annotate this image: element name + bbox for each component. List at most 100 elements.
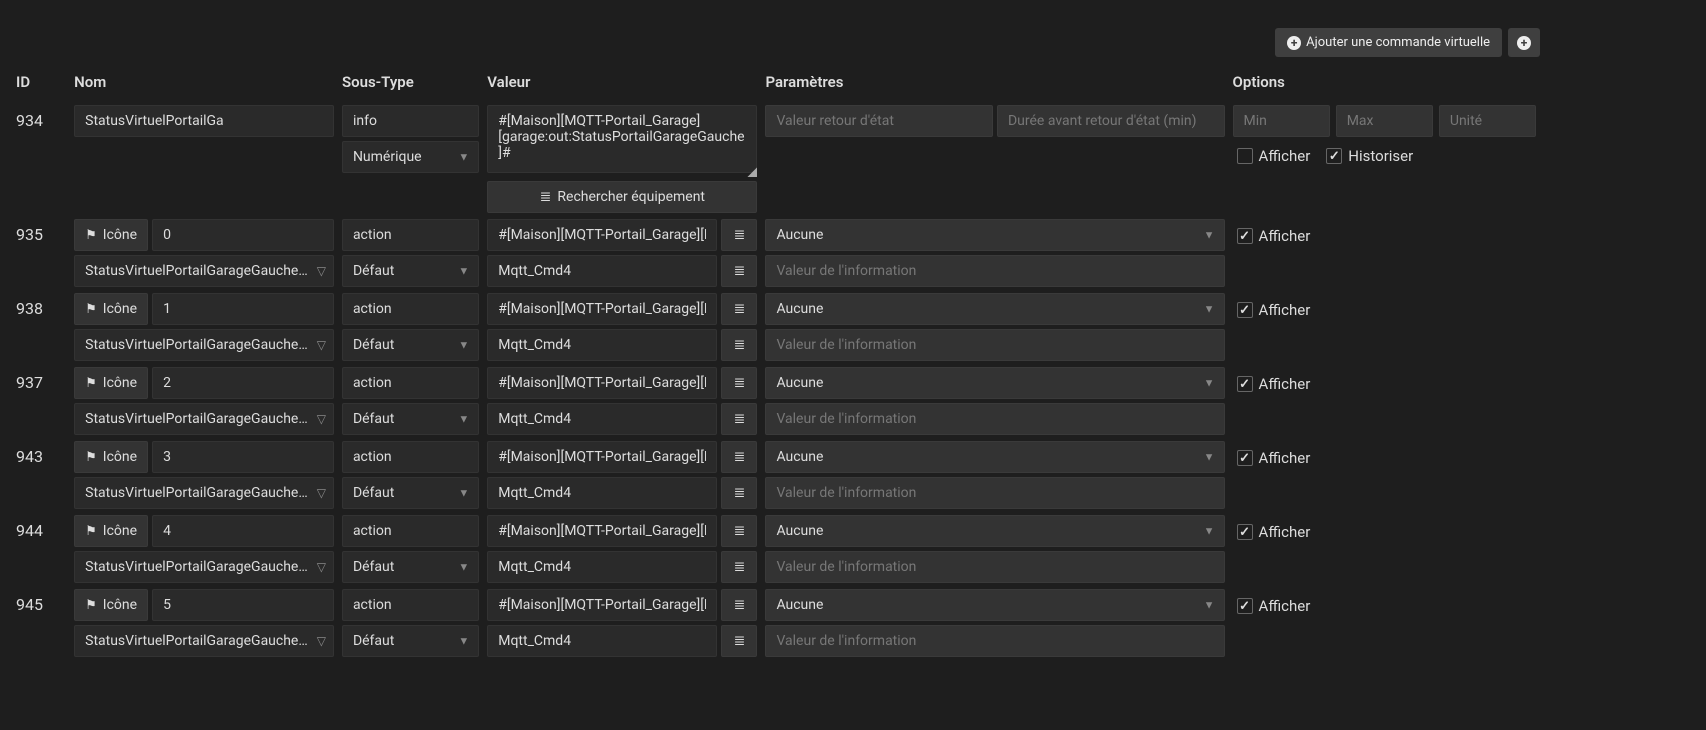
value-list-button-1[interactable]: [721, 589, 757, 621]
icon-picker-button[interactable]: Icône: [74, 293, 148, 325]
command-row-action: 944 Icône ▽: [12, 513, 1540, 585]
cmd-value-input-1[interactable]: [487, 219, 717, 251]
cmd-type-select[interactable]: [342, 105, 479, 137]
param-select[interactable]: [765, 293, 1224, 325]
cmd-subtype-select[interactable]: [342, 329, 479, 361]
param-select[interactable]: [765, 219, 1224, 251]
cmd-subtype-select[interactable]: [342, 551, 479, 583]
unit-input[interactable]: [1439, 105, 1536, 137]
show-checkbox[interactable]: Afficher: [1237, 449, 1311, 467]
list-icon: [734, 449, 746, 465]
info-value-input[interactable]: [765, 255, 1224, 287]
cmd-value-input-2[interactable]: [487, 477, 717, 509]
cmd-value-input-1[interactable]: [487, 589, 717, 621]
link-info-input[interactable]: [74, 329, 334, 361]
info-value-input[interactable]: [765, 329, 1224, 361]
icon-picker-button[interactable]: Icône: [74, 367, 148, 399]
icon-label: Icône: [103, 597, 137, 613]
cmd-subtype-select[interactable]: [342, 477, 479, 509]
cmd-subtype-select[interactable]: [342, 255, 479, 287]
flag-icon: [85, 597, 97, 613]
value-list-button-2[interactable]: [721, 625, 757, 657]
show-checkbox[interactable]: Afficher: [1237, 147, 1311, 165]
show-checkbox[interactable]: Afficher: [1237, 523, 1311, 541]
add-virtual-command-button[interactable]: + Ajouter une commande virtuelle: [1275, 28, 1502, 57]
search-equipment-button[interactable]: Rechercher équipement: [487, 181, 757, 213]
show-label: Afficher: [1259, 523, 1311, 541]
cmd-subtype-select[interactable]: [342, 403, 479, 435]
cmd-type-select[interactable]: [342, 515, 479, 547]
show-checkbox[interactable]: Afficher: [1237, 375, 1311, 393]
link-info-input[interactable]: [74, 625, 334, 657]
cmd-id: 944: [12, 513, 70, 585]
value-list-button-2[interactable]: [721, 255, 757, 287]
cmd-value-input-2[interactable]: [487, 255, 717, 287]
cmd-value-input-1[interactable]: [487, 515, 717, 547]
param-select[interactable]: [765, 515, 1224, 547]
filter-icon: ▽: [317, 264, 326, 278]
icon-value-input[interactable]: [152, 589, 334, 621]
cmd-type-select[interactable]: [342, 367, 479, 399]
icon-value-input[interactable]: [152, 515, 334, 547]
cmd-subtype-select[interactable]: [342, 625, 479, 657]
cmd-value-input-1[interactable]: [487, 293, 717, 325]
value-list-button-1[interactable]: [721, 293, 757, 325]
return-value-input[interactable]: [765, 105, 993, 137]
info-value-input[interactable]: [765, 403, 1224, 435]
show-checkbox[interactable]: Afficher: [1237, 301, 1311, 319]
icon-value-input[interactable]: [152, 219, 334, 251]
icon-value-input[interactable]: [152, 293, 334, 325]
min-input[interactable]: [1233, 105, 1330, 137]
cmd-name-input[interactable]: [74, 105, 334, 137]
icon-picker-button[interactable]: Icône: [74, 219, 148, 251]
info-value-input[interactable]: [765, 551, 1224, 583]
value-list-button-1[interactable]: [721, 515, 757, 547]
info-value-input[interactable]: [765, 625, 1224, 657]
icon-value-input[interactable]: [152, 441, 334, 473]
max-input[interactable]: [1336, 105, 1433, 137]
cmd-id: 937: [12, 365, 70, 437]
cmd-value-input-1[interactable]: [487, 367, 717, 399]
value-list-button-2[interactable]: [721, 477, 757, 509]
value-list-button-2[interactable]: [721, 329, 757, 361]
param-select[interactable]: [765, 441, 1224, 473]
param-select[interactable]: [765, 589, 1224, 621]
cmd-value-input-1[interactable]: [487, 441, 717, 473]
historize-label: Historiser: [1348, 147, 1413, 165]
value-list-button-2[interactable]: [721, 551, 757, 583]
cmd-type-select[interactable]: [342, 219, 479, 251]
value-list-button-2[interactable]: [721, 403, 757, 435]
link-info-input[interactable]: [74, 403, 334, 435]
link-info-input[interactable]: [74, 255, 334, 287]
historize-checkbox[interactable]: Historiser: [1326, 147, 1413, 165]
icon-label: Icône: [103, 375, 137, 391]
cmd-value-input-2[interactable]: [487, 625, 717, 657]
cmd-value-input-2[interactable]: [487, 403, 717, 435]
list-icon: [734, 263, 746, 279]
cmd-type-select[interactable]: [342, 441, 479, 473]
value-list-button-1[interactable]: [721, 219, 757, 251]
link-info-input[interactable]: [74, 551, 334, 583]
cmd-type-select[interactable]: [342, 293, 479, 325]
add-extra-button[interactable]: +: [1508, 28, 1540, 57]
value-list-button-1[interactable]: [721, 441, 757, 473]
icon-picker-button[interactable]: Icône: [74, 515, 148, 547]
link-info-input[interactable]: [74, 477, 334, 509]
icon-picker-button[interactable]: Icône: [74, 589, 148, 621]
return-delay-input[interactable]: [997, 105, 1225, 137]
plus-circle-icon: +: [1517, 36, 1531, 50]
value-list-button-1[interactable]: [721, 367, 757, 399]
cmd-value-input-2[interactable]: [487, 551, 717, 583]
cmd-value-textarea[interactable]: #[Maison][MQTT-Portail_Garage][garage:ou…: [487, 105, 757, 173]
icon-picker-button[interactable]: Icône: [74, 441, 148, 473]
cmd-subtype-select[interactable]: [342, 141, 479, 173]
filter-icon: ▽: [317, 634, 326, 648]
show-checkbox[interactable]: Afficher: [1237, 227, 1311, 245]
cmd-value-input-2[interactable]: [487, 329, 717, 361]
icon-value-input[interactable]: [152, 367, 334, 399]
param-select[interactable]: [765, 367, 1224, 399]
info-value-input[interactable]: [765, 477, 1224, 509]
header-valeur: Valeur: [483, 67, 761, 101]
cmd-type-select[interactable]: [342, 589, 479, 621]
show-checkbox[interactable]: Afficher: [1237, 597, 1311, 615]
